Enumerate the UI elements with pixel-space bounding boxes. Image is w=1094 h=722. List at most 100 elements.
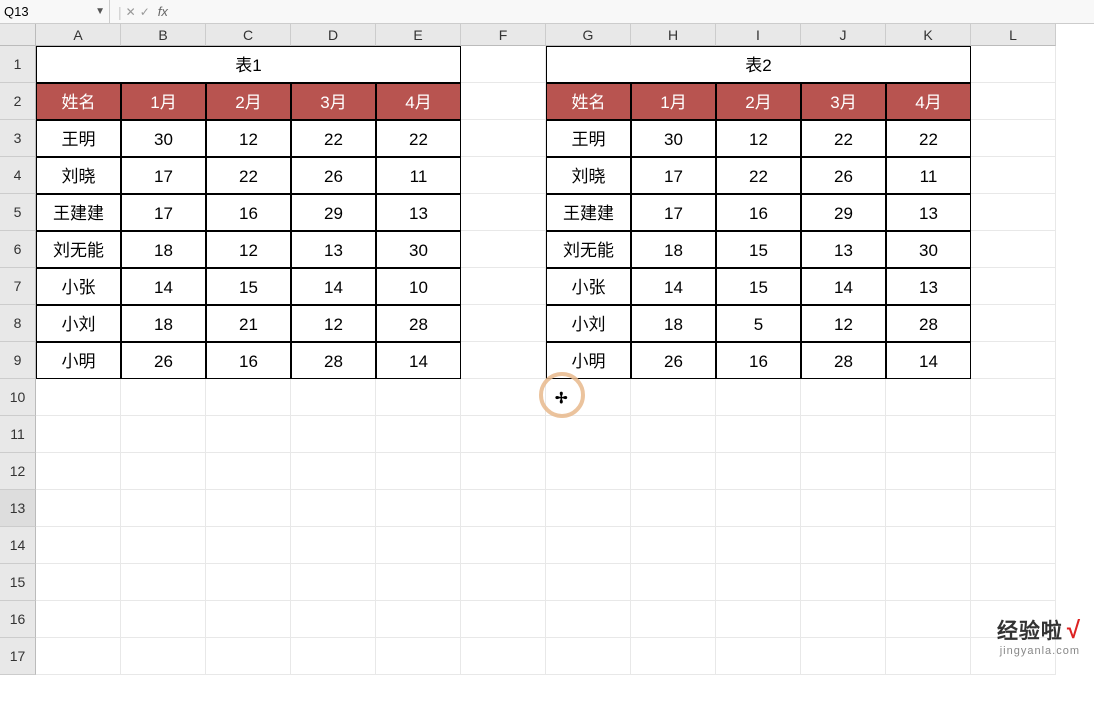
- table2-data-cell[interactable]: 刘无能: [546, 231, 631, 268]
- cell[interactable]: [971, 564, 1056, 601]
- cell[interactable]: [886, 453, 971, 490]
- table1-data-cell[interactable]: 22: [291, 120, 376, 157]
- table2-data-cell[interactable]: 15: [716, 231, 801, 268]
- row-header[interactable]: 4: [0, 157, 36, 194]
- table1-data-cell[interactable]: 13: [376, 194, 461, 231]
- row-header[interactable]: 12: [0, 453, 36, 490]
- column-header[interactable]: A: [36, 24, 121, 46]
- cell[interactable]: [461, 194, 546, 231]
- table1-data-cell[interactable]: 15: [206, 268, 291, 305]
- table1-data-cell[interactable]: 16: [206, 194, 291, 231]
- cell[interactable]: [291, 490, 376, 527]
- table1-header-cell[interactable]: 姓名: [36, 83, 121, 120]
- table1-header-cell[interactable]: 1月: [121, 83, 206, 120]
- cell[interactable]: [546, 490, 631, 527]
- cell[interactable]: [291, 564, 376, 601]
- cell[interactable]: [546, 453, 631, 490]
- cell[interactable]: [971, 46, 1056, 83]
- cell[interactable]: [36, 601, 121, 638]
- name-box-input[interactable]: [4, 4, 74, 19]
- cell[interactable]: [546, 638, 631, 675]
- cell[interactable]: [376, 601, 461, 638]
- table1-data-cell[interactable]: 王建建: [36, 194, 121, 231]
- table2-header-cell[interactable]: 2月: [716, 83, 801, 120]
- row-header[interactable]: 5: [0, 194, 36, 231]
- row-header[interactable]: 14: [0, 527, 36, 564]
- cell[interactable]: [801, 379, 886, 416]
- cell[interactable]: [36, 527, 121, 564]
- table2-header-cell[interactable]: 3月: [801, 83, 886, 120]
- cell[interactable]: [291, 527, 376, 564]
- cell[interactable]: [716, 453, 801, 490]
- table2-data-cell[interactable]: 16: [716, 194, 801, 231]
- table1-data-cell[interactable]: 12: [206, 231, 291, 268]
- cell[interactable]: [376, 564, 461, 601]
- cell[interactable]: [801, 490, 886, 527]
- table2-data-cell[interactable]: 26: [801, 157, 886, 194]
- table1-data-cell[interactable]: 14: [291, 268, 376, 305]
- table2-data-cell[interactable]: 17: [631, 157, 716, 194]
- table2-header-cell[interactable]: 1月: [631, 83, 716, 120]
- cell[interactable]: [206, 564, 291, 601]
- table2-data-cell[interactable]: 22: [801, 120, 886, 157]
- row-header[interactable]: 8: [0, 305, 36, 342]
- cell[interactable]: [461, 564, 546, 601]
- cell[interactable]: [971, 416, 1056, 453]
- cell[interactable]: [886, 416, 971, 453]
- cell[interactable]: [801, 564, 886, 601]
- row-header[interactable]: 1: [0, 46, 36, 83]
- cell[interactable]: [461, 638, 546, 675]
- row-header[interactable]: 10: [0, 379, 36, 416]
- cell[interactable]: [716, 601, 801, 638]
- table1-data-cell[interactable]: 30: [121, 120, 206, 157]
- cell[interactable]: [121, 416, 206, 453]
- table2-data-cell[interactable]: 28: [801, 342, 886, 379]
- table2-data-cell[interactable]: 22: [886, 120, 971, 157]
- cell[interactable]: [971, 231, 1056, 268]
- column-header[interactable]: K: [886, 24, 971, 46]
- cell[interactable]: [36, 638, 121, 675]
- cell[interactable]: [461, 416, 546, 453]
- row-header[interactable]: 13: [0, 490, 36, 527]
- table2-data-cell[interactable]: 刘晓: [546, 157, 631, 194]
- cell[interactable]: [971, 305, 1056, 342]
- table2-data-cell[interactable]: 13: [886, 268, 971, 305]
- table2-data-cell[interactable]: 13: [886, 194, 971, 231]
- cell[interactable]: [546, 527, 631, 564]
- table1-header-cell[interactable]: 4月: [376, 83, 461, 120]
- table2-data-cell[interactable]: 26: [631, 342, 716, 379]
- row-header[interactable]: 7: [0, 268, 36, 305]
- cell[interactable]: [36, 564, 121, 601]
- cell[interactable]: [376, 453, 461, 490]
- cell[interactable]: [716, 490, 801, 527]
- select-all-corner[interactable]: [0, 24, 36, 46]
- cell[interactable]: [886, 601, 971, 638]
- table1-data-cell[interactable]: 13: [291, 231, 376, 268]
- table1-data-cell[interactable]: 小刘: [36, 305, 121, 342]
- table2-data-cell[interactable]: 14: [631, 268, 716, 305]
- fx-icon[interactable]: fx: [158, 4, 168, 19]
- cell[interactable]: [971, 342, 1056, 379]
- table1-data-cell[interactable]: 17: [121, 157, 206, 194]
- cell[interactable]: [206, 453, 291, 490]
- cell[interactable]: [886, 490, 971, 527]
- table1-data-cell[interactable]: 17: [121, 194, 206, 231]
- cell[interactable]: [121, 601, 206, 638]
- column-header[interactable]: G: [546, 24, 631, 46]
- cell[interactable]: [886, 527, 971, 564]
- cell[interactable]: [971, 120, 1056, 157]
- column-header[interactable]: B: [121, 24, 206, 46]
- cell[interactable]: [291, 601, 376, 638]
- table1-header-cell[interactable]: 2月: [206, 83, 291, 120]
- cell[interactable]: [291, 453, 376, 490]
- cell[interactable]: [971, 83, 1056, 120]
- cell[interactable]: [461, 601, 546, 638]
- table2-data-cell[interactable]: 13: [801, 231, 886, 268]
- table1-data-cell[interactable]: 30: [376, 231, 461, 268]
- table2-data-cell[interactable]: 28: [886, 305, 971, 342]
- table1-data-cell[interactable]: 18: [121, 231, 206, 268]
- table2-data-cell[interactable]: 17: [631, 194, 716, 231]
- cell[interactable]: [546, 601, 631, 638]
- cell[interactable]: [631, 564, 716, 601]
- table2-data-cell[interactable]: 小刘: [546, 305, 631, 342]
